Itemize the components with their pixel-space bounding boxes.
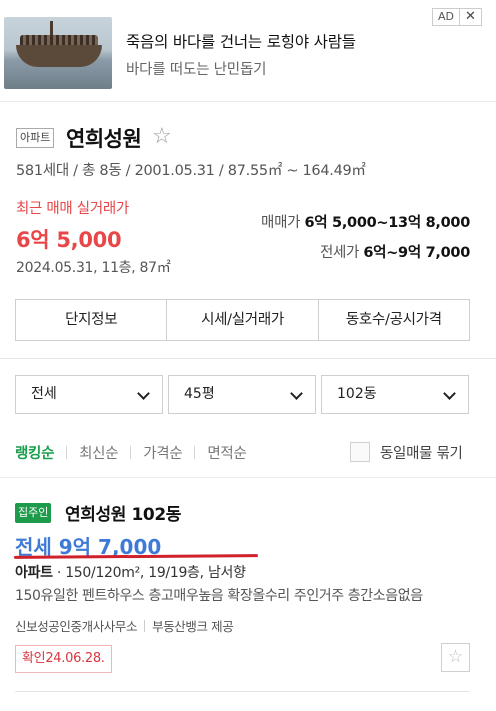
listing-spec-details: 150/120m², 19/19층, 남서향 (65, 565, 246, 581)
listing-description: 150유일한 펜트하우스 층고매우높음 확장올수리 주인거주 층간소음없음 (15, 588, 423, 604)
recent-trade-label: 최근 매매 실거래가 (16, 201, 129, 217)
section-divider (0, 358, 496, 359)
area-value: 45평 (184, 386, 215, 402)
group-same-listings-checkbox[interactable] (350, 442, 370, 462)
agent-separator (144, 619, 146, 632)
sort-latest[interactable]: 최신순 (79, 442, 118, 463)
agent-name[interactable]: 신보성공인중개사사무소 (15, 616, 138, 635)
sort-price[interactable]: 가격순 (143, 442, 182, 463)
confirmed-date-badge: 확인24.06.28. (15, 645, 112, 673)
star-icon[interactable]: ☆ (441, 643, 470, 672)
jeonse-price-value: 6억~9억 7,000 (363, 245, 470, 261)
sale-price-label: 매매가 (261, 215, 301, 231)
sort-separator (194, 446, 196, 459)
property-type-tag: 아파트 (16, 128, 55, 148)
ad-title[interactable]: 죽음의 바다를 건너는 로힝야 사람들 (126, 30, 356, 52)
area-select[interactable]: 45평 (168, 375, 316, 414)
building-select[interactable]: 102동 (321, 375, 469, 414)
building-value: 102동 (337, 386, 377, 402)
ad-label: AD (438, 10, 454, 23)
jeonse-price-label: 전세가 (319, 245, 360, 261)
jeonse-price-range: 전세가 6억~9억 7,000 (320, 241, 470, 262)
ad-badge: AD ✕ (432, 8, 482, 26)
group-same-listings-label[interactable]: 동일매물 묶기 (380, 442, 463, 463)
ad-banner[interactable]: 죽음의 바다를 건너는 로힝야 사람들 바다를 떠도는 난민돕기 AD ✕ (0, 0, 496, 102)
recent-trade-price: 6억 5,000 (16, 228, 122, 252)
complex-meta: 581세대 / 총 8동 / 2001.05.31 / 87.55㎡ ~ 164… (16, 163, 366, 179)
listing-divider (15, 691, 470, 692)
sort-area[interactable]: 면적순 (207, 442, 246, 463)
deal-type-select[interactable]: 전세 (15, 375, 163, 414)
favorite-star-icon[interactable]: ☆ (152, 124, 172, 149)
listing-type: 아파트 (15, 565, 53, 581)
data-provider: 부동산뱅크 제공 (152, 619, 234, 634)
sale-price-value: 6억 5,000~13억 8,000 (304, 215, 470, 231)
tab-market-price[interactable]: 시세/실거래가 (167, 300, 319, 340)
sort-separator (130, 446, 132, 459)
recent-trade-date: 2024.05.31, 11층, 87㎡ (16, 260, 171, 276)
listing-title[interactable]: 연희성원 102동 (65, 500, 181, 525)
deal-type-value: 전세 (31, 386, 57, 402)
owner-badge: 집주인 (15, 503, 52, 523)
tab-unit-public-price[interactable]: 동호수/공시가격 (319, 300, 469, 340)
boat-hull-shape (16, 45, 102, 67)
ad-close-icon[interactable]: ✕ (459, 9, 481, 25)
tab-complex-info[interactable]: 단지정보 (16, 300, 168, 340)
sort-ranking[interactable]: 랭킹순 (15, 442, 54, 463)
complex-tabs: 단지정보 시세/실거래가 동호수/공시가격 (15, 299, 470, 341)
listing-spec: 아파트 · 150/120m², 19/19층, 남서향 (15, 565, 246, 581)
listing-agent-line: 신보성공인중개사사무소 부동산뱅크 제공 (15, 616, 234, 635)
sort-separator (66, 446, 68, 459)
ad-subtitle[interactable]: 바다를 떠도는 난민돕기 (126, 58, 266, 79)
sort-options: 랭킹순 최신순 가격순 면적순 (15, 442, 247, 463)
list-divider (0, 477, 496, 478)
chevron-down-icon (137, 387, 150, 400)
chevron-down-icon (443, 387, 456, 400)
complex-name: 연희성원 (66, 127, 142, 151)
sale-price-range: 매매가 6억 5,000~13억 8,000 (261, 211, 470, 232)
ad-image[interactable] (4, 17, 112, 89)
chevron-down-icon (290, 387, 303, 400)
